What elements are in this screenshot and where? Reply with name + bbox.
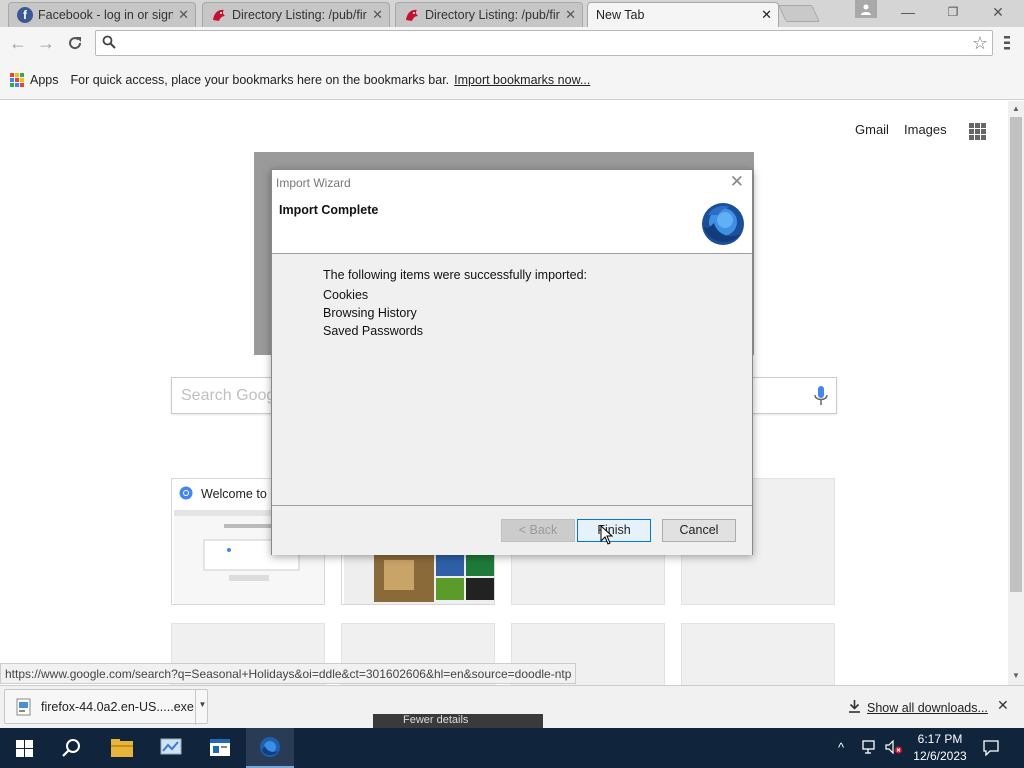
- tab-directory-listing-1[interactable]: Directory Listing: /pub/firefox ✕: [202, 2, 390, 27]
- tab-close-icon[interactable]: ✕: [178, 8, 189, 22]
- tab-close-icon[interactable]: ✕: [565, 8, 576, 22]
- tab-strip: f Facebook - log in or sign up ✕ Directo…: [0, 0, 1024, 27]
- tab-title: Directory Listing: /pub/firefox: [425, 8, 560, 22]
- browser-toolbar: ← → ☆: [0, 27, 1024, 60]
- file-explorer-icon[interactable]: [98, 728, 146, 768]
- dialog-heading: Import Complete: [279, 203, 379, 217]
- dialog-body: The following items were successfully im…: [272, 255, 752, 504]
- address-bar[interactable]: ☆: [95, 30, 993, 56]
- tab-title: Facebook - log in or sign up: [38, 8, 173, 22]
- bookmark-star-icon[interactable]: ☆: [972, 33, 988, 53]
- dialog-title: Import Wizard: [276, 176, 351, 190]
- imported-item: Browsing History: [323, 306, 417, 320]
- facebook-icon: f: [17, 7, 33, 23]
- tab-title: Directory Listing: /pub/firefox: [232, 8, 367, 22]
- import-wizard-dialog: Import Wizard ✕ Import Complete The foll…: [271, 169, 753, 555]
- apps-icon[interactable]: [10, 72, 24, 87]
- images-link[interactable]: Images: [904, 122, 947, 137]
- imported-item: Cookies: [323, 288, 369, 302]
- dialog-close-icon[interactable]: ✕: [730, 173, 744, 191]
- tray-time: 6:17 PM: [917, 732, 963, 746]
- download-icon: [848, 699, 861, 716]
- scroll-thumb[interactable]: [1010, 117, 1022, 592]
- volume-muted-icon[interactable]: [885, 739, 903, 757]
- finish-button[interactable]: Finish: [577, 519, 651, 542]
- tab-close-icon[interactable]: ✕: [761, 8, 772, 22]
- bookmarks-bar: Apps For quick access, place your bookma…: [0, 60, 1024, 100]
- gmail-link[interactable]: Gmail: [855, 122, 889, 137]
- tray-clock[interactable]: 6:17 PM 12/6/2023: [910, 731, 970, 765]
- dialog-titlebar: Import Wizard ✕: [272, 170, 752, 195]
- tab-close-icon[interactable]: ✕: [372, 8, 383, 22]
- download-file-name: firefox-44.0a2.en-US.....exe: [41, 700, 194, 714]
- import-summary-text: The following items were successfully im…: [323, 268, 587, 282]
- tab-new-tab[interactable]: New Tab ✕: [587, 2, 779, 27]
- tab-title: New Tab: [596, 8, 645, 22]
- tray-date: 12/6/2023: [913, 749, 967, 763]
- back-button[interactable]: < Back: [501, 519, 575, 542]
- tab-directory-listing-2[interactable]: Directory Listing: /pub/firefox ✕: [395, 2, 583, 27]
- windows-start-icon[interactable]: [0, 728, 48, 768]
- show-all-downloads-link[interactable]: Show all downloads...: [848, 699, 988, 716]
- mouse-cursor-icon: [600, 524, 614, 548]
- mozilla-icon: [404, 7, 420, 23]
- google-apps-icon[interactable]: [969, 123, 986, 140]
- action-center-icon[interactable]: [983, 740, 999, 759]
- minimize-button[interactable]: —: [893, 2, 923, 22]
- installer-file-icon: [15, 698, 33, 719]
- download-item[interactable]: firefox-44.0a2.en-US.....exe ▼: [4, 689, 209, 725]
- dialog-footer: < Back Finish Cancel: [272, 505, 752, 555]
- status-url-bubble: https://www.google.com/search?q=Seasonal…: [0, 663, 577, 684]
- search-icon: [102, 35, 116, 52]
- tab-facebook[interactable]: f Facebook - log in or sign up ✕: [8, 2, 196, 27]
- close-window-button[interactable]: ✕: [983, 2, 1013, 22]
- taskbar-tooltip: Fewer details: [373, 714, 543, 728]
- dialog-header: Import Complete: [272, 195, 752, 254]
- chrome-icon: [179, 486, 193, 503]
- mozilla-icon: [211, 7, 227, 23]
- scroll-up-icon[interactable]: ▲: [1012, 104, 1020, 113]
- server-manager-icon[interactable]: [196, 728, 244, 768]
- import-bookmarks-link[interactable]: Import bookmarks now...: [454, 73, 590, 87]
- apps-label[interactable]: Apps: [30, 73, 59, 87]
- user-profile-icon[interactable]: [855, 0, 877, 18]
- most-visited-tile-empty: [681, 623, 835, 685]
- scroll-down-icon[interactable]: ▼: [1012, 671, 1020, 680]
- cancel-button[interactable]: Cancel: [662, 519, 736, 542]
- page-scrollbar[interactable]: ▲ ▼: [1008, 101, 1024, 685]
- back-arrow-icon[interactable]: ←: [6, 32, 30, 54]
- firefox-taskbar-icon[interactable]: [246, 728, 294, 768]
- download-menu-chevron-icon[interactable]: ▼: [195, 690, 209, 725]
- show-all-downloads-label: Show all downloads...: [867, 700, 988, 715]
- show-hidden-icons-chevron-icon[interactable]: ^: [838, 740, 844, 755]
- imported-item: Saved Passwords: [323, 324, 424, 338]
- microphone-icon[interactable]: [814, 386, 828, 409]
- firefox-logo-icon: [700, 201, 746, 250]
- new-tab-button[interactable]: [778, 5, 820, 22]
- network-icon[interactable]: [862, 740, 878, 757]
- restore-button[interactable]: ❐: [938, 2, 968, 22]
- bookmarks-bar-message: For quick access, place your bookmarks h…: [70, 72, 450, 87]
- forward-arrow-icon[interactable]: →: [34, 32, 58, 54]
- control-panel-icon[interactable]: [147, 728, 195, 768]
- windows-taskbar: ^ 6:17 PM 12/6/2023: [0, 728, 1024, 768]
- search-icon[interactable]: [48, 728, 96, 768]
- reload-icon[interactable]: [63, 32, 87, 54]
- chrome-menu-icon[interactable]: [998, 32, 1016, 54]
- close-shelf-icon[interactable]: ✕: [997, 697, 1009, 714]
